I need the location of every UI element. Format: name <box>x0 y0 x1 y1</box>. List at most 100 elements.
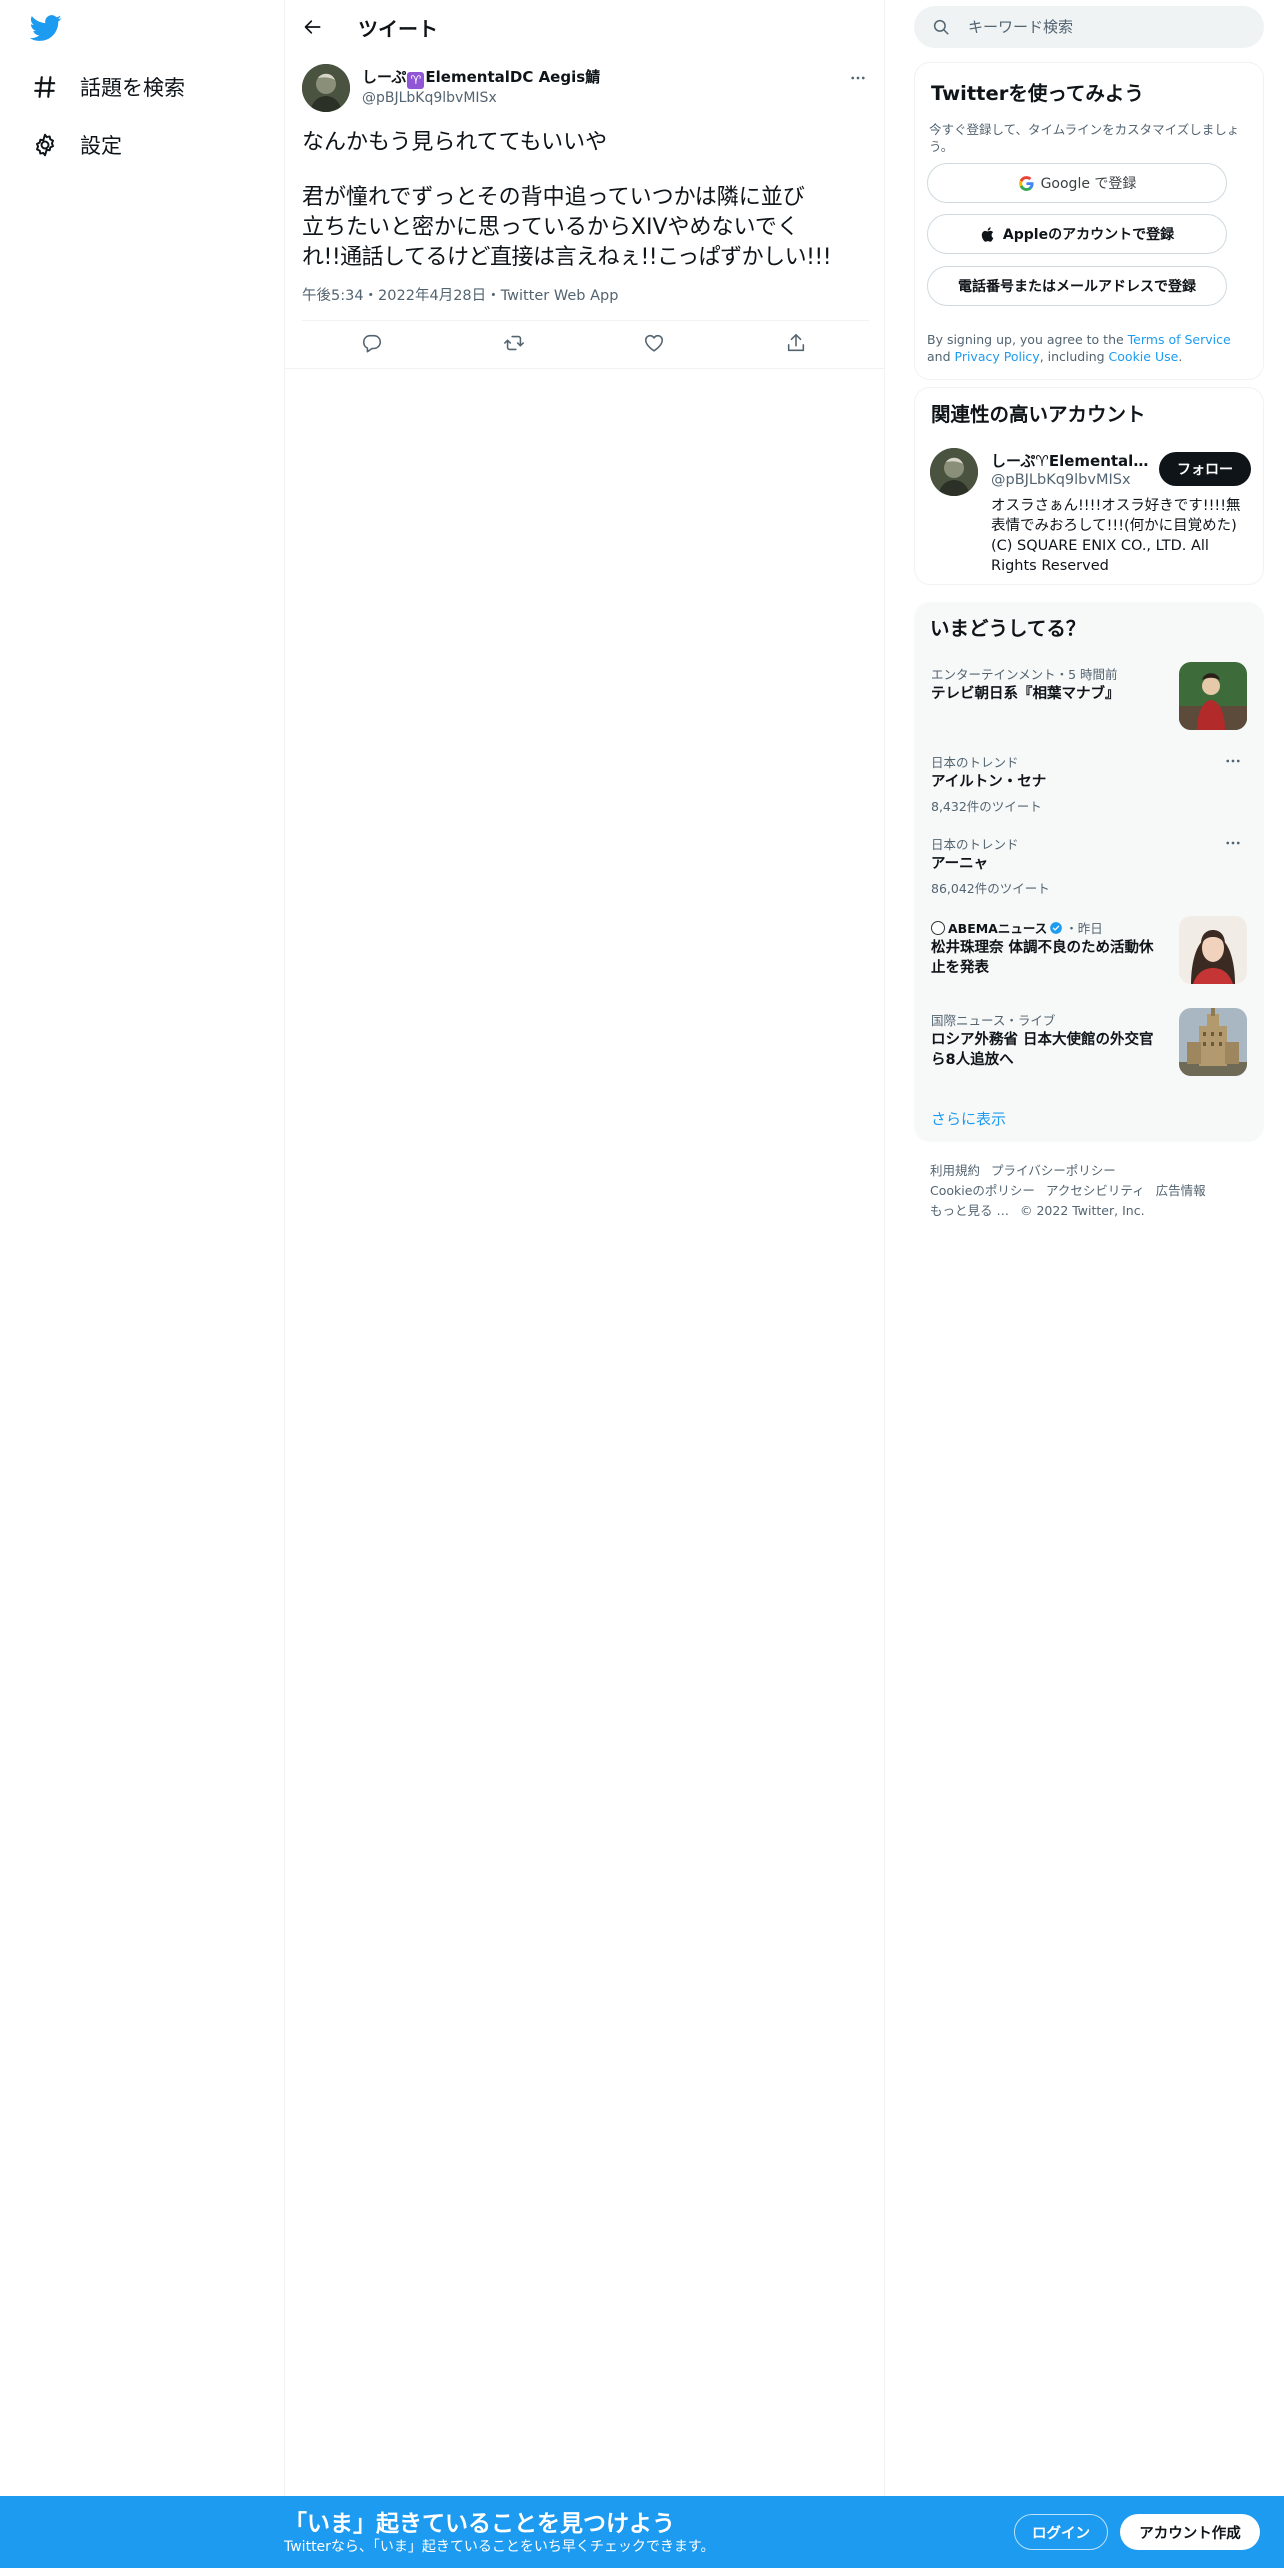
more-dots-icon <box>1226 841 1240 845</box>
main-column: ツイート しーぷ ♈ ElementalDC Aegis鯖 @pBJLbKq9lbv… <box>285 0 885 2568</box>
page-title: ツイート <box>358 17 438 41</box>
nav-explore[interactable]: 話題を検索 <box>32 67 185 107</box>
trend-source: ABEMAニュース <box>948 921 1048 936</box>
footer-link-cookies[interactable]: Cookieのポリシー <box>930 1183 1035 1198</box>
footer-row: 利用規約 プライバシーポリシー <box>930 1160 1127 1179</box>
phone-email-signup-button[interactable]: 電話番号またはメールアドレスで登録 <box>927 266 1227 306</box>
phone-email-signup-label: 電話番号またはメールアドレスで登録 <box>958 279 1196 295</box>
create-account-button[interactable]: アカウント作成 <box>1120 2514 1260 2550</box>
trend-time: ・昨日 <box>1065 921 1103 936</box>
divider <box>285 368 885 369</box>
nav-settings-label: 設定 <box>80 134 122 158</box>
apple-signup-label: Appleのアカウントで登録 <box>1002 227 1175 243</box>
heart-icon <box>644 334 664 352</box>
related-account-bio: オスラさぁん!!!!オスラ好きです!!!!無表情でみおろして!!!(何かに目覚め… <box>991 498 1241 574</box>
login-button[interactable]: ログイン <box>1014 2514 1108 2550</box>
trend-thumbnail <box>1179 916 1247 984</box>
back-button[interactable] <box>295 9 331 45</box>
trend-meta: 国際ニュース・ライブ <box>931 1013 1056 1028</box>
related-account-name[interactable]: しーぷ♈ElementalDC Aegis鯖 <box>991 450 1151 471</box>
reply-icon <box>362 334 382 353</box>
trend-item[interactable]: 日本のトレンド アーニャ 86,042件のツイート <box>914 834 1264 904</box>
aries-emoji: ♈ <box>407 72 425 89</box>
author-handle[interactable]: @pBJLbKq9lbvMISx <box>362 90 497 106</box>
hashtag-icon <box>34 76 56 98</box>
tweet-text-line: なんかもう見られててもいいや <box>302 130 608 155</box>
trend-meta: ABEMAニュース ・昨日 <box>931 918 1103 937</box>
trends-title: いまどうしてる？ <box>930 617 1086 640</box>
left-navigation: 話題を検索 設定 <box>0 0 285 2568</box>
google-signup-label: Google で登録 <box>1040 176 1137 192</box>
trend-thumbnail <box>1179 1008 1247 1076</box>
footer-link-terms[interactable]: 利用規約 <box>930 1163 980 1178</box>
trend-meta: エンターテインメント・5 時間前 <box>931 667 1118 682</box>
trend-meta: 日本のトレンド <box>931 755 1019 770</box>
apple-signup-button[interactable]: Appleのアカウントで登録 <box>927 214 1227 254</box>
search-box[interactable] <box>914 6 1264 48</box>
trend-title: テレビ朝日系『相葉マナブ』 <box>931 686 1120 702</box>
related-accounts-title: 関連性の高いアカウント <box>931 403 1146 426</box>
footer-link-more[interactable]: もっと見る … <box>930 1203 1009 1218</box>
search-icon <box>933 19 949 35</box>
signup-prompt-bar: 「いま」起きていることを見つけよう Twitterなら、「いま」起きていることを… <box>0 2496 1284 2568</box>
footer-row: もっと見る … © 2022 Twitter, Inc. <box>930 1200 1156 1219</box>
trend-more-button[interactable] <box>1224 752 1244 770</box>
terms-of-service-link[interactable]: Terms of Service <box>1128 332 1231 347</box>
top-bar: ツイート <box>285 0 885 54</box>
author-name-suffix: ElementalDC Aegis鯖 <box>425 68 601 86</box>
trend-title: アーニャ <box>931 856 989 872</box>
author-avatar[interactable] <box>302 64 350 112</box>
trend-tweet-count: 8,432件のツイート <box>931 799 1042 814</box>
more-dots-icon <box>851 76 865 80</box>
trend-item[interactable]: 日本のトレンド アイルトン・セナ 8,432件のツイート <box>914 752 1264 822</box>
retweet-icon <box>504 335 524 351</box>
footer-copyright: © 2022 Twitter, Inc. <box>1019 1203 1145 1218</box>
bottom-bar-title: 「いま」起きていることを見つけよう <box>284 2511 675 2537</box>
nav-explore-label: 話題を検索 <box>80 76 185 100</box>
related-account-avatar[interactable] <box>930 448 978 496</box>
related-account-handle[interactable]: @pBJLbKq9lbvMISx <box>991 472 1131 488</box>
privacy-policy-link[interactable]: Privacy Policy <box>955 349 1040 364</box>
trend-thumbnail <box>1179 662 1247 730</box>
follow-button[interactable]: フォロー <box>1159 452 1251 486</box>
trend-title: アイルトン・セナ <box>931 774 1047 790</box>
cookie-use-link[interactable]: Cookie Use <box>1109 349 1179 364</box>
tweet-timestamp[interactable]: 午後5:34・2022年4月28日・Twitter Web App <box>302 284 618 305</box>
legal-text: and <box>927 349 955 364</box>
trend-more-button[interactable] <box>1224 834 1244 852</box>
search-input[interactable] <box>968 18 1248 36</box>
signup-card: Twitterを使ってみよう 今すぐ登録して、タイムラインをカスタマイズしましょ… <box>914 62 1264 380</box>
tweet-text-line: れ!!通話してるけど直接は言えねぇ!!こっぱずかしい!!! <box>302 245 832 270</box>
author-name-prefix: しーぷ <box>362 68 407 86</box>
trend-title: 松井珠理奈 体調不良のため活動休止を発表 <box>931 940 1154 976</box>
retweet-button[interactable] <box>503 332 527 356</box>
reply-button[interactable] <box>361 332 385 356</box>
author-name[interactable]: しーぷ ♈ ElementalDC Aegis鯖 <box>362 66 600 89</box>
footer-link-privacy[interactable]: プライバシーポリシー <box>991 1163 1116 1178</box>
trend-item[interactable]: ABEMAニュース ・昨日 松井珠理奈 体調不良のため活動休止を発表 <box>914 916 1264 998</box>
nav-settings[interactable]: 設定 <box>32 125 122 165</box>
signup-title: Twitterを使ってみよう <box>931 82 1144 105</box>
twitter-logo-icon[interactable] <box>29 12 66 48</box>
trend-item[interactable]: 国際ニュース・ライブ ロシア外務省 日本大使館の外交官ら8人追放へ <box>914 1008 1264 1090</box>
footer-row: Cookieのポリシー アクセシビリティ 広告情報 <box>930 1180 1217 1199</box>
signup-legal-text: By signing up, you agree to the Terms of… <box>927 331 1252 365</box>
footer-link-accessibility[interactable]: アクセシビリティ <box>1046 1183 1145 1198</box>
bottom-bar-subtitle: Twitterなら、「いま」起きていることをいち早くチェックできます。 <box>284 2539 715 2555</box>
trend-item[interactable]: エンターテインメント・5 時間前 テレビ朝日系『相葉マナブ』 <box>914 662 1264 734</box>
more-dots-icon <box>1226 759 1240 763</box>
share-icon <box>787 333 805 352</box>
arrow-left-icon <box>304 20 321 34</box>
show-more-link[interactable]: さらに表示 <box>931 1108 1006 1129</box>
share-button[interactable] <box>785 332 809 356</box>
like-button[interactable] <box>643 332 667 356</box>
related-accounts-card: 関連性の高いアカウント しーぷ♈ElementalDC Aegis鯖 @pBJL… <box>914 387 1264 585</box>
footer-link-ads-info[interactable]: 広告情報 <box>1156 1183 1206 1198</box>
google-signup-button[interactable]: Google で登録 <box>927 163 1227 203</box>
trends-card: いまどうしてる？ エンターテインメント・5 時間前 テレビ朝日系『相葉マナブ』 … <box>914 602 1264 1142</box>
trend-tweet-count: 86,042件のツイート <box>931 881 1050 896</box>
legal-text: . <box>1178 349 1183 364</box>
verified-badge-icon <box>1050 922 1063 934</box>
tweet-more-button[interactable] <box>845 68 871 88</box>
divider <box>302 320 869 321</box>
